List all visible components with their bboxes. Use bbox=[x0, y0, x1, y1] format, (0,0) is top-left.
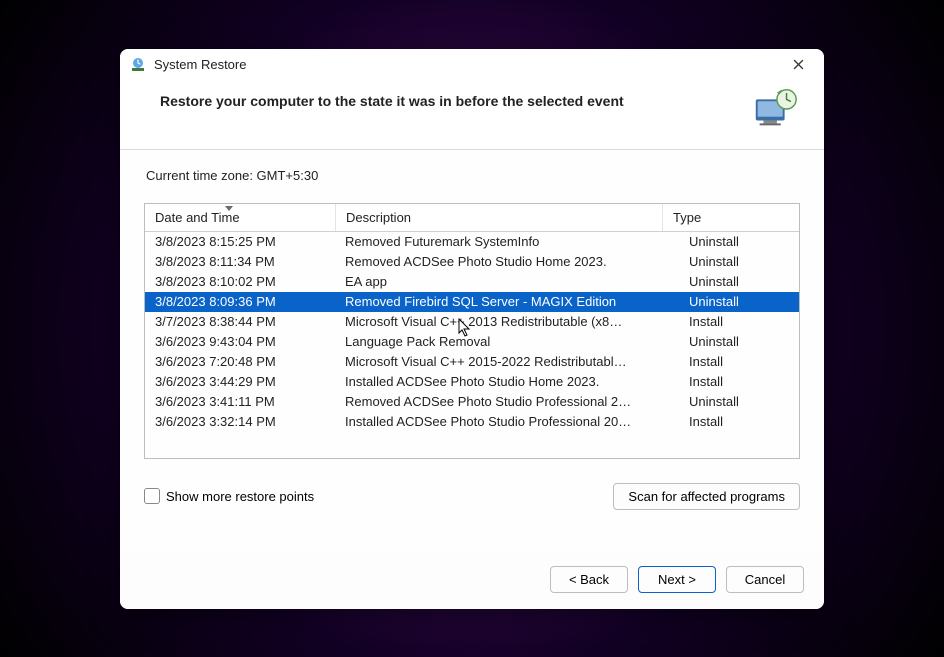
cell-type: Install bbox=[679, 372, 799, 392]
cell-datetime: 3/6/2023 3:41:11 PM bbox=[145, 392, 335, 412]
cell-type: Uninstall bbox=[679, 332, 799, 352]
cell-description: Removed ACDSee Photo Studio Home 2023. bbox=[335, 252, 679, 272]
cell-datetime: 3/8/2023 8:11:34 PM bbox=[145, 252, 335, 272]
table-row[interactable]: 3/6/2023 7:20:48 PMMicrosoft Visual C++ … bbox=[145, 352, 799, 372]
cell-description: EA app bbox=[335, 272, 679, 292]
cell-type: Uninstall bbox=[679, 272, 799, 292]
cell-type: Install bbox=[679, 352, 799, 372]
cell-description: Removed Futuremark SystemInfo bbox=[335, 232, 679, 252]
column-header-datetime[interactable]: Date and Time bbox=[145, 204, 336, 231]
cell-description: Removed Firebird SQL Server - MAGIX Edit… bbox=[335, 292, 679, 312]
dialog-footer: < Back Next > Cancel bbox=[120, 552, 824, 609]
table-body[interactable]: 3/8/2023 8:15:25 PMRemoved Futuremark Sy… bbox=[145, 232, 799, 458]
timezone-label: Current time zone: GMT+5:30 bbox=[144, 168, 800, 183]
page-heading: Restore your computer to the state it wa… bbox=[160, 87, 750, 109]
cell-datetime: 3/6/2023 3:44:29 PM bbox=[145, 372, 335, 392]
cell-description: Microsoft Visual C++ 2013 Redistributabl… bbox=[335, 312, 679, 332]
show-more-checkbox[interactable]: Show more restore points bbox=[144, 488, 314, 504]
cell-type: Uninstall bbox=[679, 232, 799, 252]
cell-type: Uninstall bbox=[679, 392, 799, 412]
cancel-button[interactable]: Cancel bbox=[726, 566, 804, 593]
cell-type: Uninstall bbox=[679, 252, 799, 272]
cell-description: Installed ACDSee Photo Studio Profession… bbox=[335, 412, 679, 432]
cell-type: Uninstall bbox=[679, 292, 799, 312]
system-restore-dialog: System Restore Restore your computer to … bbox=[120, 49, 824, 609]
table-row[interactable]: 3/8/2023 8:10:02 PMEA appUninstall bbox=[145, 272, 799, 292]
column-header-type[interactable]: Type bbox=[663, 204, 783, 231]
cell-description: Language Pack Removal bbox=[335, 332, 679, 352]
table-row[interactable]: 3/8/2023 8:11:34 PMRemoved ACDSee Photo … bbox=[145, 252, 799, 272]
header: Restore your computer to the state it wa… bbox=[120, 81, 824, 150]
cell-datetime: 3/6/2023 3:32:14 PM bbox=[145, 412, 335, 432]
titlebar: System Restore bbox=[120, 49, 824, 81]
table-row[interactable]: 3/6/2023 9:43:04 PMLanguage Pack Removal… bbox=[145, 332, 799, 352]
cell-type: Install bbox=[679, 412, 799, 432]
close-button[interactable] bbox=[780, 51, 816, 79]
table-row[interactable]: 3/8/2023 8:09:36 PMRemoved Firebird SQL … bbox=[145, 292, 799, 312]
cell-datetime: 3/8/2023 8:09:36 PM bbox=[145, 292, 335, 312]
window-title: System Restore bbox=[154, 57, 780, 72]
cell-datetime: 3/7/2023 8:38:44 PM bbox=[145, 312, 335, 332]
column-header-description[interactable]: Description bbox=[336, 204, 663, 231]
cell-datetime: 3/6/2023 9:43:04 PM bbox=[145, 332, 335, 352]
cell-description: Microsoft Visual C++ 2015-2022 Redistrib… bbox=[335, 352, 679, 372]
table-row[interactable]: 3/6/2023 3:32:14 PMInstalled ACDSee Phot… bbox=[145, 412, 799, 432]
table-header: Date and Time Description Type bbox=[145, 204, 799, 232]
back-button[interactable]: < Back bbox=[550, 566, 628, 593]
cell-description: Installed ACDSee Photo Studio Home 2023. bbox=[335, 372, 679, 392]
table-row[interactable]: 3/8/2023 8:15:25 PMRemoved Futuremark Sy… bbox=[145, 232, 799, 252]
show-more-label: Show more restore points bbox=[166, 489, 314, 504]
monitor-clock-icon bbox=[750, 87, 800, 131]
cell-datetime: 3/8/2023 8:10:02 PM bbox=[145, 272, 335, 292]
cell-datetime: 3/6/2023 7:20:48 PM bbox=[145, 352, 335, 372]
scan-affected-button[interactable]: Scan for affected programs bbox=[613, 483, 800, 510]
cell-description: Removed ACDSee Photo Studio Professional… bbox=[335, 392, 679, 412]
system-restore-icon bbox=[130, 57, 146, 73]
close-icon bbox=[793, 59, 804, 70]
next-button[interactable]: Next > bbox=[638, 566, 716, 593]
checkbox-box bbox=[144, 488, 160, 504]
table-row[interactable]: 3/6/2023 3:44:29 PMInstalled ACDSee Phot… bbox=[145, 372, 799, 392]
cell-type: Install bbox=[679, 312, 799, 332]
dialog-body: Current time zone: GMT+5:30 Date and Tim… bbox=[120, 150, 824, 552]
table-row[interactable]: 3/6/2023 3:41:11 PMRemoved ACDSee Photo … bbox=[145, 392, 799, 412]
restore-points-table: Date and Time Description Type 3/8/2023 … bbox=[144, 203, 800, 459]
cell-datetime: 3/8/2023 8:15:25 PM bbox=[145, 232, 335, 252]
table-row[interactable]: 3/7/2023 8:38:44 PMMicrosoft Visual C++ … bbox=[145, 312, 799, 332]
below-table-bar: Show more restore points Scan for affect… bbox=[144, 483, 800, 510]
